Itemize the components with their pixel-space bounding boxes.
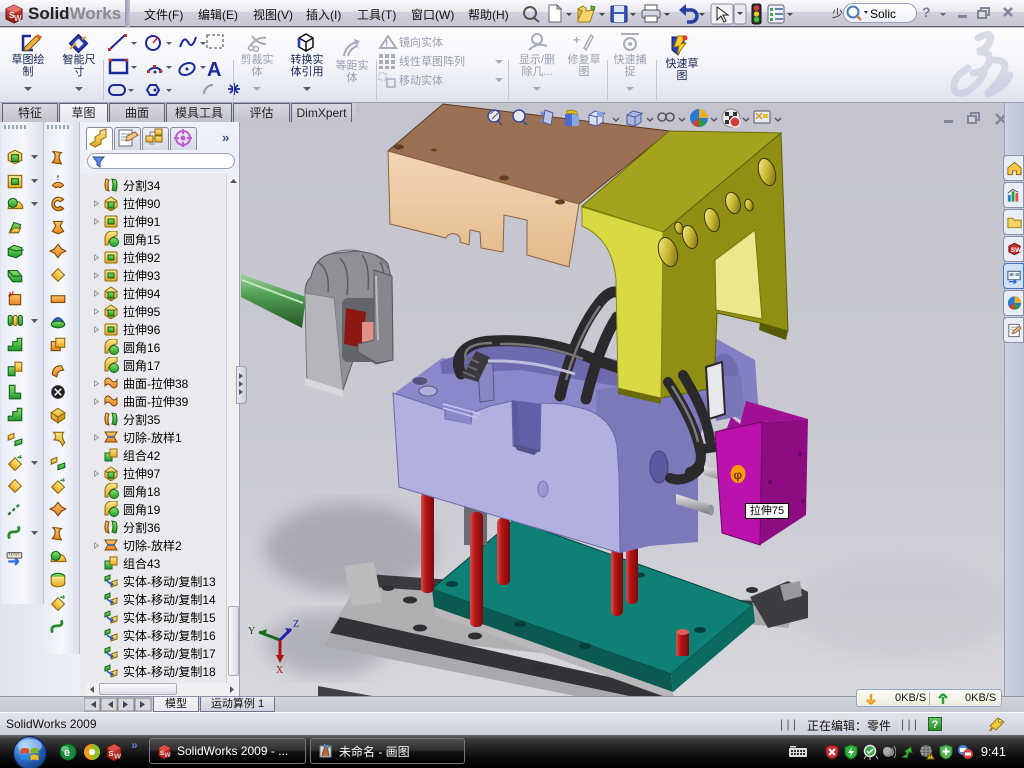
svg-text:+: + — [573, 33, 580, 47]
svg-text:Y: Y — [248, 626, 255, 637]
svg-text:A: A — [207, 59, 221, 81]
svg-text:!: ! — [385, 39, 388, 50]
svg-text:W: W — [165, 752, 171, 759]
svg-text:e: e — [64, 747, 70, 759]
svg-text:W: W — [114, 752, 122, 761]
svg-text:X: X — [276, 665, 284, 676]
svg-text:S: S — [160, 749, 164, 756]
svg-text:SW: SW — [1011, 247, 1022, 254]
svg-text:W: W — [14, 14, 22, 23]
svg-text:Z: Z — [293, 619, 299, 630]
svg-text:φ: φ — [734, 468, 743, 482]
svg-text:S: S — [109, 749, 114, 758]
